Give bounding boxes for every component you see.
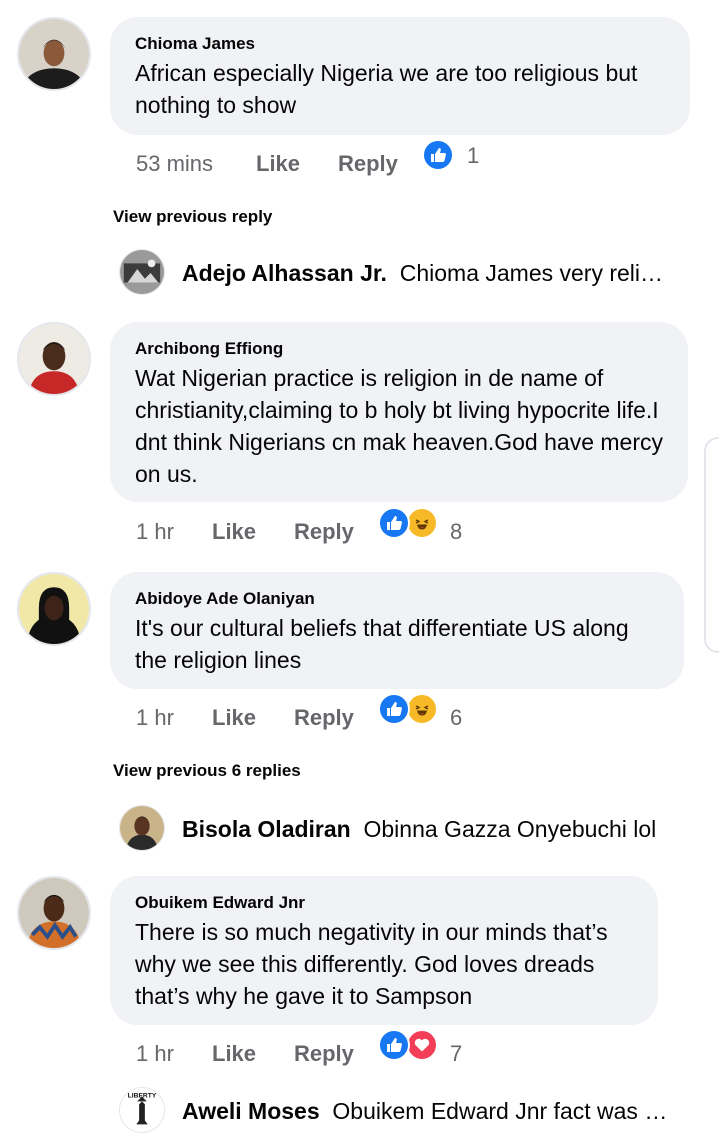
comment-actions: 1 hr Like Reply 7 bbox=[136, 1029, 536, 1075]
comment-text: It's our cultural beliefs that different… bbox=[135, 615, 629, 673]
reply-button[interactable]: Reply bbox=[338, 151, 398, 177]
comment-actions: 53 mins Like Reply 1 bbox=[136, 139, 536, 185]
reply-text: Bisola Oladiran Obinna Gazza Onyebuchi l… bbox=[182, 815, 672, 843]
avatar[interactable] bbox=[17, 322, 91, 396]
reply-button[interactable]: Reply bbox=[294, 519, 354, 545]
comment-author[interactable]: Abidoye Ade Olaniyan bbox=[135, 588, 660, 610]
reaction-count[interactable]: 6 bbox=[450, 705, 462, 731]
reply-text: Aweli Moses Obuikem Edward Jnr fact was … bbox=[182, 1097, 672, 1125]
reply-snippet: Obinna Gazza Onyebuchi lol bbox=[363, 816, 657, 842]
reply-button[interactable]: Reply bbox=[294, 1041, 354, 1067]
comment-text: African especially Nigeria we are too re… bbox=[135, 60, 638, 118]
haha-icon[interactable] bbox=[406, 507, 438, 539]
comment-bubble: Abidoye Ade Olaniyan It's our cultural b… bbox=[110, 572, 684, 689]
comment-author[interactable]: Obuikem Edward Jnr bbox=[135, 892, 634, 914]
reply-author: Adejo Alhassan Jr. bbox=[182, 260, 387, 286]
like-button[interactable]: Like bbox=[212, 705, 256, 731]
like-button[interactable]: Like bbox=[212, 519, 256, 545]
avatar[interactable] bbox=[17, 17, 91, 91]
avatar[interactable] bbox=[119, 805, 165, 851]
like-button[interactable]: Like bbox=[256, 151, 300, 177]
reply-button[interactable]: Reply bbox=[294, 705, 354, 731]
adjacent-card-edge bbox=[704, 437, 719, 653]
reply-preview[interactable]: Bisola Oladiran Obinna Gazza Onyebuchi l… bbox=[119, 805, 679, 855]
view-previous-replies-link[interactable]: View previous 6 replies bbox=[113, 760, 301, 782]
like-icon[interactable] bbox=[378, 693, 410, 725]
reply-snippet: Obuikem Edward Jnr fact was said bbox=[332, 1098, 672, 1124]
reaction-count[interactable]: 7 bbox=[450, 1041, 462, 1067]
comment-time[interactable]: 1 hr bbox=[136, 705, 174, 731]
comment-time[interactable]: 1 hr bbox=[136, 1041, 174, 1067]
avatar[interactable] bbox=[119, 249, 165, 295]
reply-text: Adejo Alhassan Jr. Chioma James very rel… bbox=[182, 259, 672, 287]
reply-author: Aweli Moses bbox=[182, 1098, 320, 1124]
liberty-logo-text: LIBERTY bbox=[128, 1093, 157, 1100]
like-icon[interactable] bbox=[378, 1029, 410, 1061]
avatar[interactable]: LIBERTY bbox=[119, 1087, 165, 1133]
reaction-count[interactable]: 8 bbox=[450, 519, 462, 545]
reply-author: Bisola Oladiran bbox=[182, 816, 351, 842]
haha-icon[interactable] bbox=[406, 693, 438, 725]
comment-text: There is so much negativity in our minds… bbox=[135, 919, 608, 1009]
comment-text: Wat Nigerian practice is religion in de … bbox=[135, 365, 663, 487]
like-icon[interactable] bbox=[378, 507, 410, 539]
comment-bubble: Archibong Effiong Wat Nigerian practice … bbox=[110, 322, 688, 502]
comment-actions: 1 hr Like Reply 6 bbox=[136, 693, 536, 739]
reply-preview[interactable]: LIBERTY Aweli Moses Obuikem Edward Jnr f… bbox=[119, 1087, 679, 1137]
comment-time[interactable]: 1 hr bbox=[136, 519, 174, 545]
avatar[interactable] bbox=[17, 876, 91, 950]
view-previous-replies-link[interactable]: View previous reply bbox=[113, 206, 272, 228]
comment-time[interactable]: 53 mins bbox=[136, 151, 213, 177]
like-button[interactable]: Like bbox=[212, 1041, 256, 1067]
reply-preview[interactable]: Adejo Alhassan Jr. Chioma James very rel… bbox=[119, 249, 679, 299]
reply-snippet: Chioma James very religious bbox=[399, 260, 672, 286]
comment-author[interactable]: Archibong Effiong bbox=[135, 338, 664, 360]
comment-author[interactable]: Chioma James bbox=[135, 33, 666, 55]
reaction-count[interactable]: 1 bbox=[467, 143, 479, 169]
comment-actions: 1 hr Like Reply 8 bbox=[136, 507, 536, 553]
like-icon[interactable] bbox=[422, 139, 454, 171]
love-icon[interactable] bbox=[406, 1029, 438, 1061]
comment-bubble: Chioma James African especially Nigeria … bbox=[110, 17, 690, 135]
comment-bubble: Obuikem Edward Jnr There is so much nega… bbox=[110, 876, 658, 1025]
avatar[interactable] bbox=[17, 572, 91, 646]
